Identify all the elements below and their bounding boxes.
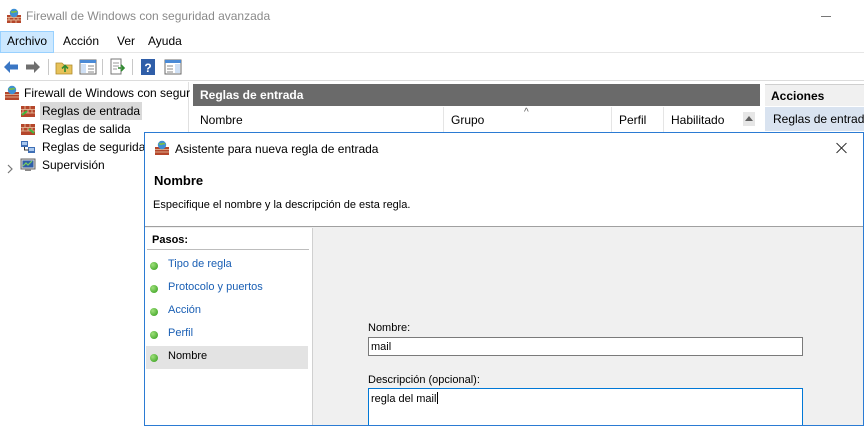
- step-accion[interactable]: Acción: [146, 300, 308, 323]
- tree-item-label: Reglas de entrada: [40, 102, 143, 120]
- show-hide-tree-icon[interactable]: [78, 57, 98, 77]
- firewall-app-icon: [154, 140, 170, 156]
- firewall-root-icon: [4, 85, 20, 101]
- wizard-content: Nombre: mail Descripción (opcional): reg…: [314, 228, 863, 425]
- toolbar: ?: [0, 53, 864, 81]
- forward-icon[interactable]: [23, 57, 43, 77]
- step-description: Especifique el nombre y la descripción d…: [153, 199, 411, 211]
- step-title: Nombre: [154, 173, 204, 188]
- tree-item-label: Supervisión: [42, 158, 105, 172]
- center-pane-header: Reglas de entrada: [193, 84, 760, 106]
- export-list-icon[interactable]: [108, 57, 128, 77]
- description-field-value: regla del mail: [371, 393, 437, 405]
- new-inbound-rule-wizard: Asistente para nueva regla de entrada No…: [144, 132, 864, 426]
- rules-table-header: Nombre Grupo ^ Perfil Habilitado: [193, 107, 760, 133]
- close-icon[interactable]: [831, 138, 853, 158]
- actions-item-reglas-entrada[interactable]: Reglas de entrada: [765, 107, 864, 131]
- show-hide-action-pane-icon[interactable]: [163, 57, 183, 77]
- column-header-habilitado[interactable]: Habilitado: [664, 107, 744, 133]
- column-header-perfil[interactable]: Perfil: [612, 107, 664, 133]
- step-nombre[interactable]: Nombre: [146, 346, 308, 369]
- menu-ayuda[interactable]: Ayuda: [142, 31, 188, 53]
- step-label: Perfil: [168, 327, 194, 339]
- step-protocolo-y-puertos[interactable]: Protocolo y puertos: [146, 277, 308, 300]
- dialog-header: Nombre Especifique el nombre y la descri…: [145, 163, 863, 227]
- help-icon[interactable]: ?: [138, 57, 158, 77]
- step-label: Acción: [168, 304, 202, 316]
- step-label: Protocolo y puertos: [168, 281, 263, 293]
- scroll-up-button[interactable]: [743, 112, 755, 126]
- step-tipo-de-regla[interactable]: Tipo de regla: [146, 254, 308, 277]
- name-field[interactable]: mail: [368, 337, 803, 356]
- dialog-title: Asistente para nueva regla de entrada: [175, 142, 379, 156]
- svg-text:?: ?: [144, 61, 151, 75]
- step-status-dot-icon: [150, 354, 158, 362]
- menu-archivo[interactable]: Archivo: [0, 31, 55, 53]
- tree-item-label: Reglas de salida: [42, 122, 131, 136]
- menu-accion[interactable]: Acción: [57, 31, 105, 53]
- tree-root-label: Firewall de Windows con segur: [24, 86, 191, 100]
- toolbar-separator: [48, 59, 49, 75]
- name-field-value: mail: [371, 341, 392, 353]
- tree-item-label: Reglas de seguridad: [42, 140, 153, 154]
- dialog-title-bar: Asistente para nueva regla de entrada: [145, 133, 863, 163]
- up-folder-icon[interactable]: [54, 57, 74, 77]
- connection-security-icon: [20, 139, 36, 155]
- toolbar-separator: [132, 59, 133, 75]
- description-label: Descripción (opcional):: [368, 374, 480, 386]
- menu-ver[interactable]: Ver: [111, 31, 141, 53]
- outbound-rules-icon: [20, 121, 36, 137]
- menu-bar: Archivo Acción Ver Ayuda: [0, 31, 864, 53]
- minimize-button[interactable]: [812, 5, 842, 25]
- step-status-dot-icon: [150, 285, 158, 293]
- step-perfil[interactable]: Perfil: [146, 323, 308, 346]
- toolbar-separator: [102, 59, 103, 75]
- step-status-dot-icon: [150, 262, 158, 270]
- description-field[interactable]: regla del mail: [368, 388, 803, 425]
- chevron-right-icon[interactable]: [5, 163, 15, 174]
- divider: [147, 249, 309, 250]
- column-header-nombre[interactable]: Nombre: [193, 107, 444, 133]
- step-label: Tipo de regla: [168, 258, 232, 270]
- back-icon[interactable]: [1, 57, 21, 77]
- text-caret: [437, 392, 439, 404]
- wizard-steps-panel: Pasos: Tipo de regla Protocolo y puertos…: [145, 228, 313, 425]
- step-status-dot-icon: [150, 331, 158, 339]
- window-title-bar: Firewall de Windows con seguridad avanza…: [0, 0, 864, 31]
- steps-title: Pasos:: [152, 234, 189, 246]
- window-title: Firewall de Windows con seguridad avanza…: [26, 9, 271, 23]
- step-status-dot-icon: [150, 308, 158, 316]
- sort-ascending-icon: ^: [524, 107, 529, 118]
- name-label: Nombre:: [368, 322, 411, 334]
- firewall-app-icon: [6, 8, 22, 24]
- actions-pane-header: Acciones: [765, 84, 864, 106]
- monitoring-icon: [20, 157, 36, 173]
- inbound-rules-icon: [20, 103, 36, 119]
- step-label: Nombre: [168, 350, 208, 362]
